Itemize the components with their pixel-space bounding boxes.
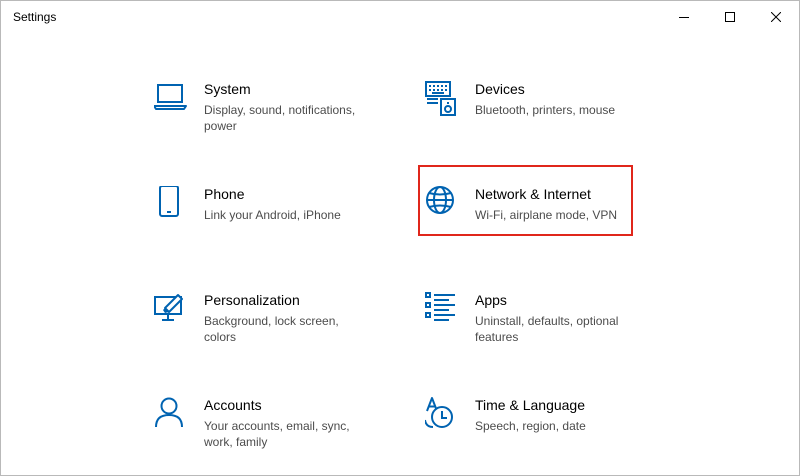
- devices-icon: [425, 81, 465, 121]
- tile-description: Speech, region, date: [475, 419, 586, 433]
- tile-name: System: [204, 81, 251, 97]
- tile-time-language[interactable]: Time & Language Speech, region, date: [425, 397, 645, 461]
- person-icon: [154, 397, 194, 437]
- tile-description: Bluetooth, printers, mouse: [475, 103, 616, 117]
- minimize-icon: [679, 17, 689, 18]
- maximize-icon: [725, 12, 735, 22]
- tile-description: Uninstall, defaults, optional features: [475, 314, 619, 344]
- tile-phone[interactable]: Phone Link your Android, iPhone: [154, 186, 374, 250]
- tile-apps[interactable]: Apps Uninstall, defaults, optional featu…: [425, 292, 645, 356]
- tile-name: Accounts: [204, 397, 262, 413]
- tile-description: Background, lock screen, colors: [204, 314, 339, 344]
- tile-name: Apps: [475, 292, 507, 308]
- tile-name: Devices: [475, 81, 525, 97]
- laptop-icon: [154, 81, 194, 121]
- highlight-box: [418, 165, 633, 236]
- tile-description: Link your Android, iPhone: [204, 208, 341, 222]
- close-button[interactable]: [753, 1, 799, 33]
- tile-name: Phone: [204, 186, 245, 202]
- time-language-icon: [425, 397, 465, 437]
- tile-description: Display, sound, notifications, power: [204, 103, 356, 133]
- tile-description: Your accounts, email, sync, work, family: [204, 419, 350, 449]
- close-icon: [771, 12, 781, 22]
- tile-devices[interactable]: Devices Bluetooth, printers, mouse: [425, 81, 645, 145]
- apps-list-icon: [425, 292, 465, 332]
- tile-name: Time & Language: [475, 397, 585, 413]
- tile-accounts[interactable]: Accounts Your accounts, email, sync, wor…: [154, 397, 374, 461]
- tile-system[interactable]: System Display, sound, notifications, po…: [154, 81, 374, 145]
- settings-window: Settings System Display, sound, notifica…: [0, 0, 800, 476]
- tile-name: Personalization: [204, 292, 300, 308]
- title-bar: Settings: [1, 1, 799, 33]
- tile-personalization[interactable]: Personalization Background, lock screen,…: [154, 292, 374, 356]
- personalization-icon: [154, 292, 194, 332]
- maximize-button[interactable]: [707, 1, 753, 33]
- window-title: Settings: [13, 10, 57, 24]
- minimize-button[interactable]: [661, 1, 707, 33]
- phone-icon: [154, 186, 194, 226]
